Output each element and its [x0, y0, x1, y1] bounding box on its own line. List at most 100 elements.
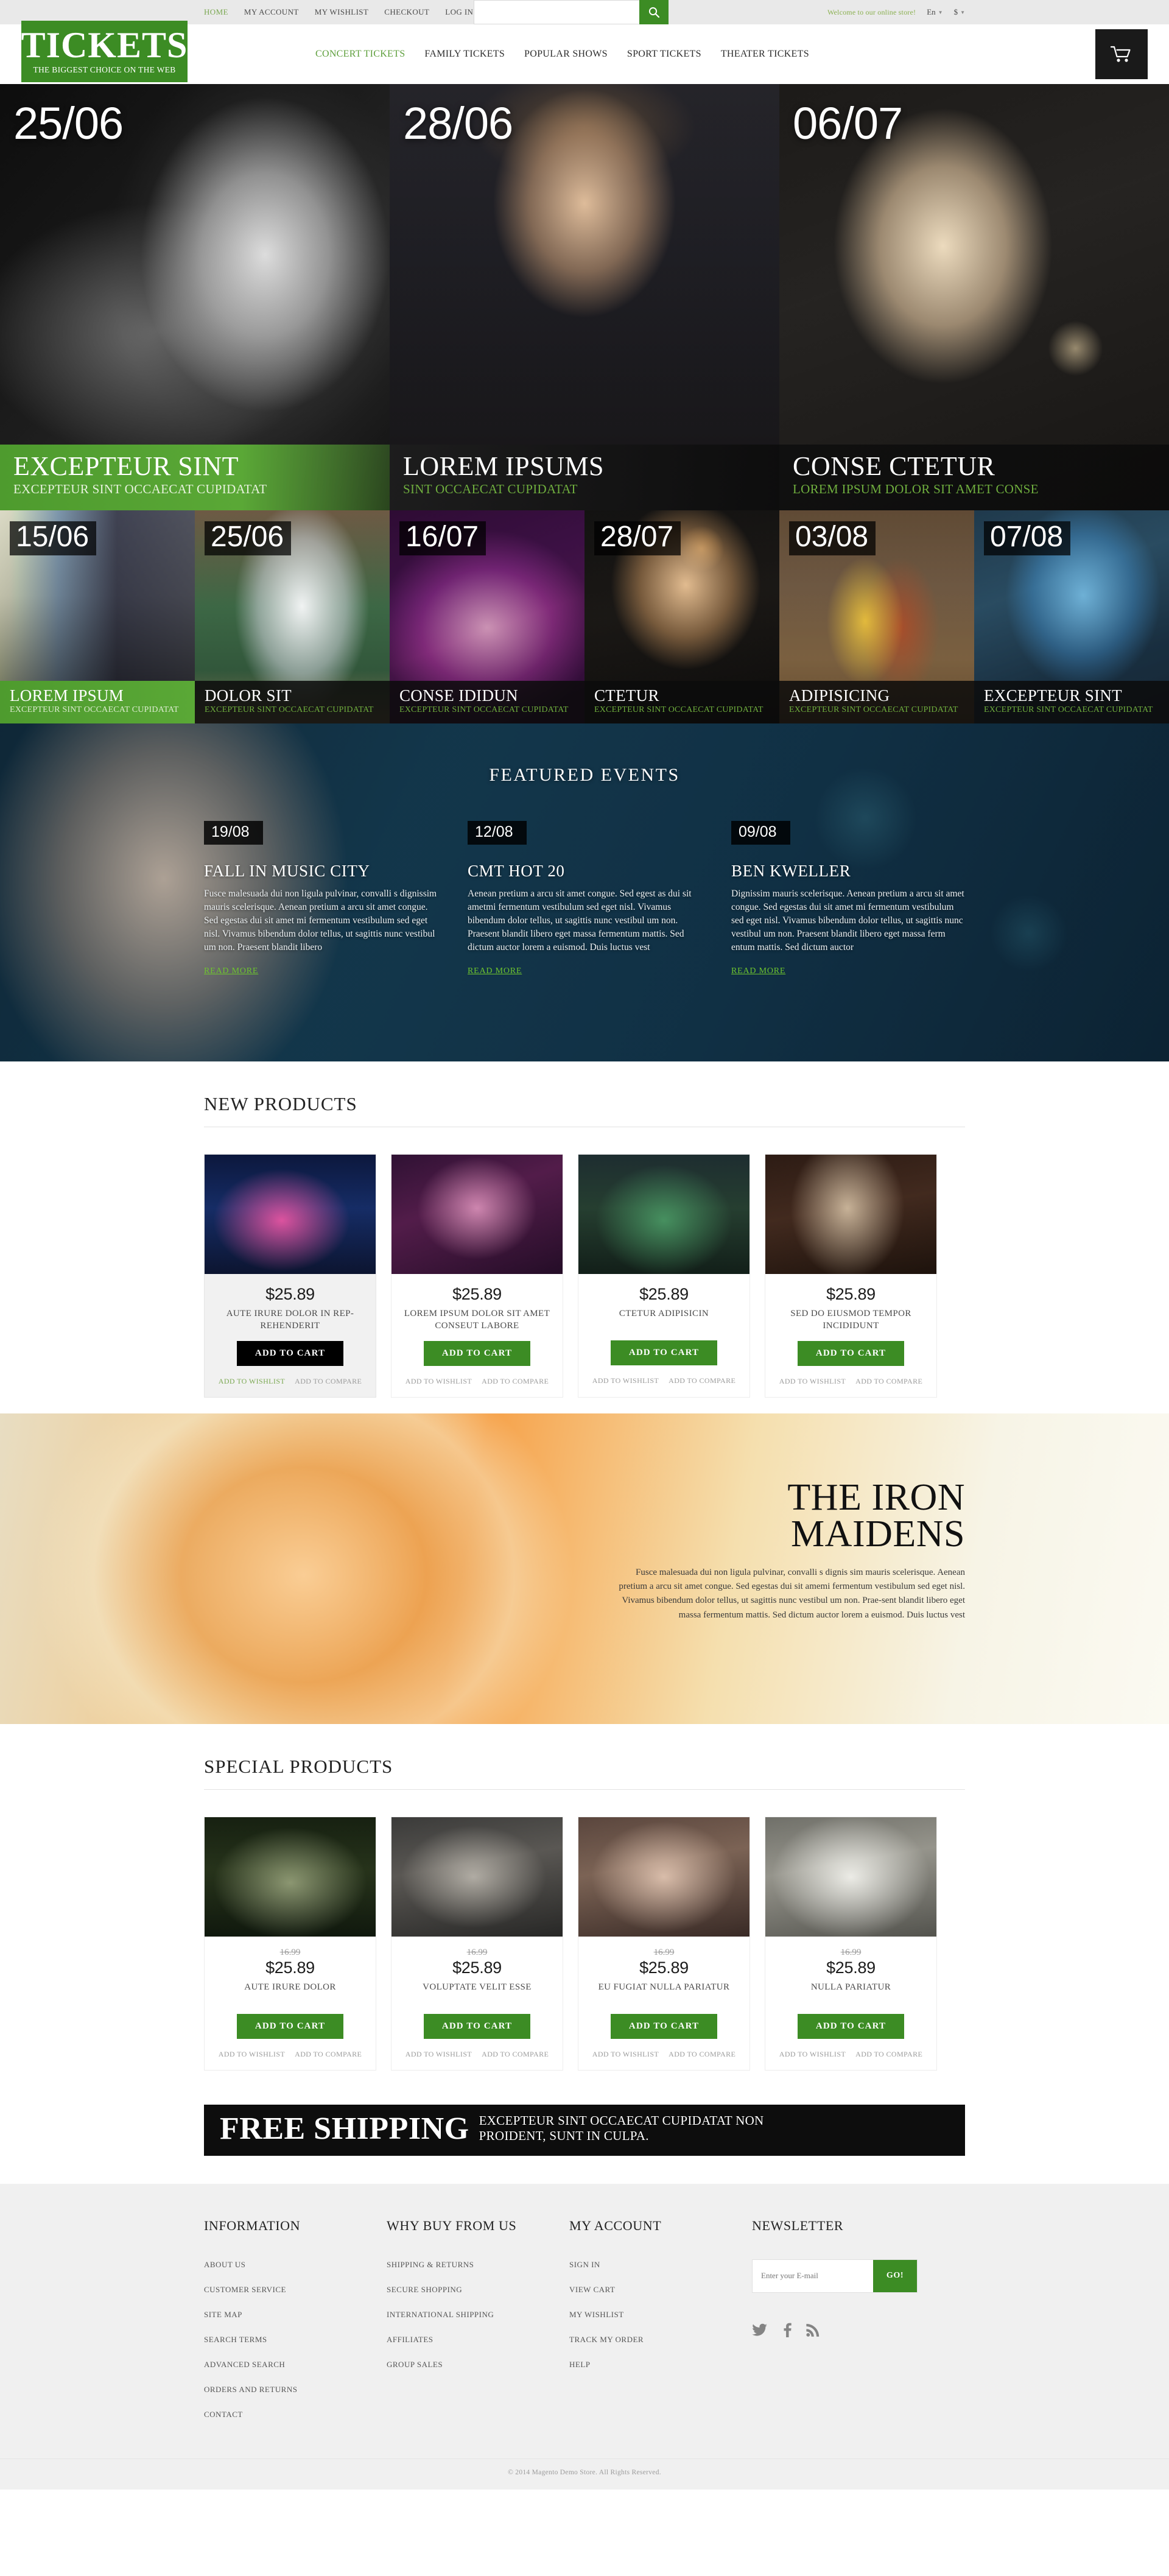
add-to-cart-button[interactable]: ADD TO CART: [797, 2013, 905, 2039]
featured-read-more-1[interactable]: READ MORE: [204, 966, 258, 976]
product-price: $25.89: [639, 1285, 689, 1303]
product-card[interactable]: 16.99 $25.89 VOLUPTATE VELIT ESSE ADD TO…: [391, 1816, 563, 2071]
product-card[interactable]: 16.99 $25.89 EU FUGIAT NULLA PARIATUR AD…: [578, 1816, 750, 2071]
footer-link-advanced-search[interactable]: ADVANCED SEARCH: [204, 2360, 285, 2369]
top-link-my-account[interactable]: MY ACCOUNT: [244, 7, 299, 17]
product-card[interactable]: $25.89 AUTE IRURE DOLOR IN REP-REHENDERI…: [204, 1154, 376, 1398]
event-card-6[interactable]: 07/08 EXCEPTEUR SINT EXCEPTEUR SINT OCCA…: [974, 510, 1169, 723]
event-title-1: LOREM IPSUM: [10, 686, 124, 705]
footer-link-group-sales[interactable]: GROUP SALES: [387, 2360, 443, 2369]
nav-family-tickets[interactable]: FAMILY TICKETS: [424, 49, 505, 60]
cart-button[interactable]: [1095, 29, 1148, 79]
add-to-wishlist-link[interactable]: ADD TO WISHLIST: [219, 1377, 285, 1386]
nav-concert-tickets[interactable]: CONCERT TICKETS: [315, 49, 405, 60]
facebook-icon[interactable]: [779, 2322, 795, 2341]
add-to-compare-link[interactable]: ADD TO COMPARE: [295, 1377, 362, 1386]
footer-link-search-terms[interactable]: SEARCH TERMS: [204, 2335, 267, 2344]
footer-link-secure-shopping[interactable]: SECURE SHOPPING: [387, 2285, 462, 2294]
footer-link-help[interactable]: HELP: [569, 2360, 591, 2369]
product-card[interactable]: $25.89 LOREM IPSUM DOLOR SIT AMET CONSEU…: [391, 1154, 563, 1398]
featured-title-1: FALL IN MUSIC CITY: [204, 861, 370, 880]
product-thumbnail[interactable]: [391, 1817, 563, 1937]
add-to-compare-link[interactable]: ADD TO COMPARE: [669, 1376, 735, 1385]
add-to-cart-button[interactable]: ADD TO CART: [797, 1340, 905, 1366]
currency-label: $: [953, 7, 958, 16]
add-to-wishlist-link[interactable]: ADD TO WISHLIST: [779, 1377, 846, 1386]
event-card-1[interactable]: 15/06 LOREM IPSUM EXCEPTEUR SINT OCCAECA…: [0, 510, 195, 723]
nav-sport-tickets[interactable]: SPORT TICKETS: [627, 49, 701, 60]
add-to-cart-button[interactable]: ADD TO CART: [610, 2013, 718, 2039]
product-thumbnail[interactable]: [765, 1155, 936, 1274]
top-link-log-in[interactable]: LOG IN: [445, 7, 473, 17]
product-card[interactable]: 16.99 $25.89 NULLA PARIATUR ADD TO CART …: [765, 1816, 937, 2071]
event-card-5[interactable]: 03/08 ADIPISICING EXCEPTEUR SINT OCCAECA…: [779, 510, 974, 723]
add-to-wishlist-link[interactable]: ADD TO WISHLIST: [779, 2050, 846, 2059]
product-card[interactable]: $25.89 CTETUR ADIPISICIN ADD TO CART ADD…: [578, 1154, 750, 1398]
site-logo[interactable]: TICKETS THE BIGGEST CHOICE ON THE WEB: [21, 21, 188, 82]
event-card-4[interactable]: 28/07 CTETUR EXCEPTEUR SINT OCCAECAT CUP…: [584, 510, 779, 723]
footer-link-affiliates[interactable]: AFFILIATES: [387, 2335, 434, 2344]
add-to-compare-link[interactable]: ADD TO COMPARE: [482, 1377, 549, 1386]
add-to-wishlist-link[interactable]: ADD TO WISHLIST: [592, 1376, 659, 1385]
footer-link-orders-and-returns[interactable]: ORDERS AND RETURNS: [204, 2385, 297, 2394]
add-to-wishlist-link[interactable]: ADD TO WISHLIST: [405, 1377, 472, 1386]
top-link-checkout[interactable]: CHECKOUT: [384, 7, 429, 17]
add-to-cart-button[interactable]: ADD TO CART: [236, 1340, 344, 1366]
add-to-cart-button[interactable]: ADD TO CART: [610, 1340, 718, 1365]
product-price: $25.89: [826, 1285, 876, 1303]
newsletter-subscribe-button[interactable]: GO!: [873, 2259, 917, 2292]
nav-popular-shows[interactable]: POPULAR SHOWS: [524, 49, 608, 60]
product-card[interactable]: 16.99 $25.89 AUTE IRURE DOLOR ADD TO CAR…: [204, 1816, 376, 2071]
footer-link-contact[interactable]: CONTACT: [204, 2410, 243, 2419]
add-to-compare-link[interactable]: ADD TO COMPARE: [855, 1377, 922, 1386]
product-image: [578, 1155, 749, 1274]
twitter-icon[interactable]: [752, 2322, 768, 2341]
footer-link-shipping-returns[interactable]: SHIPPING & RETURNS: [387, 2260, 474, 2269]
add-to-cart-button[interactable]: ADD TO CART: [236, 2013, 344, 2039]
hero-title-3: CONSE CTETUR: [793, 451, 995, 481]
search-button[interactable]: [639, 0, 669, 24]
hero-slide-1[interactable]: 25/06 EXCEPTEUR SINT EXCEPTEUR SINT OCCA…: [0, 84, 390, 510]
product-thumbnail[interactable]: [578, 1817, 749, 1937]
add-to-wishlist-link[interactable]: ADD TO WISHLIST: [405, 2050, 472, 2059]
featured-read-more-3[interactable]: READ MORE: [731, 966, 785, 976]
product-thumbnail[interactable]: [578, 1155, 749, 1274]
footer-link-view-cart[interactable]: VIEW CART: [569, 2285, 615, 2294]
top-link-home[interactable]: HOME: [204, 7, 228, 17]
add-to-cart-button[interactable]: ADD TO CART: [423, 2013, 531, 2039]
rss-icon[interactable]: [806, 2322, 821, 2341]
footer-link-customer-service[interactable]: CUSTOMER SERVICE: [204, 2285, 286, 2294]
footer-link-site-map[interactable]: SITE MAP: [204, 2310, 242, 2319]
product-thumbnail[interactable]: [765, 1817, 936, 1937]
list-item: TRACK MY ORDER: [569, 2334, 752, 2345]
newsletter-email-input[interactable]: [753, 2259, 873, 2292]
add-to-wishlist-link[interactable]: ADD TO WISHLIST: [219, 2050, 285, 2059]
featured-read-more-2[interactable]: READ MORE: [468, 966, 522, 976]
top-link-my-wishlist[interactable]: MY WISHLIST: [315, 7, 369, 17]
hero-slide-3[interactable]: 06/07 CONSE CTETUR LOREM IPSUM DOLOR SIT…: [779, 84, 1169, 510]
footer-link-my-wishlist[interactable]: MY WISHLIST: [569, 2310, 624, 2319]
footer-link-sign-in[interactable]: SIGN IN: [569, 2260, 600, 2269]
product-thumbnail[interactable]: [205, 1155, 376, 1274]
search-input[interactable]: [474, 0, 639, 24]
event-card-3[interactable]: 16/07 CONSE IDIDUN EXCEPTEUR SINT OCCAEC…: [390, 510, 584, 723]
event-card-2[interactable]: 25/06 DOLOR SIT EXCEPTEUR SINT OCCAECAT …: [195, 510, 390, 723]
copyright-bar: © 2014 Magento Demo Store. All Rights Re…: [0, 2458, 1169, 2490]
nav-theater-tickets[interactable]: THEATER TICKETS: [721, 49, 809, 60]
product-card[interactable]: $25.89 SED DO EIUSMOD TEMPOR INCIDIDUNT …: [765, 1154, 937, 1398]
add-to-compare-link[interactable]: ADD TO COMPARE: [669, 2050, 735, 2059]
add-to-compare-link[interactable]: ADD TO COMPARE: [482, 2050, 549, 2059]
add-to-compare-link[interactable]: ADD TO COMPARE: [855, 2050, 922, 2059]
footer-link-track-my-order[interactable]: TRACK MY ORDER: [569, 2335, 644, 2344]
add-to-compare-link[interactable]: ADD TO COMPARE: [295, 2050, 362, 2059]
language-switcher[interactable]: En ▼: [927, 7, 943, 17]
footer-link-about-us[interactable]: ABOUT US: [204, 2260, 245, 2269]
currency-switcher[interactable]: $ ▼: [954, 7, 965, 17]
footer-link-international-shipping[interactable]: INTERNATIONAL SHIPPING: [387, 2310, 494, 2319]
add-to-cart-button[interactable]: ADD TO CART: [423, 1340, 531, 1366]
logo-tagline: THE BIGGEST CHOICE ON THE WEB: [33, 65, 176, 74]
hero-slide-2[interactable]: 28/06 LOREM IPSUMS SINT OCCAECAT CUPIDAT…: [390, 84, 779, 510]
add-to-wishlist-link[interactable]: ADD TO WISHLIST: [592, 2050, 659, 2059]
product-thumbnail[interactable]: [205, 1817, 376, 1937]
product-thumbnail[interactable]: [391, 1155, 563, 1274]
